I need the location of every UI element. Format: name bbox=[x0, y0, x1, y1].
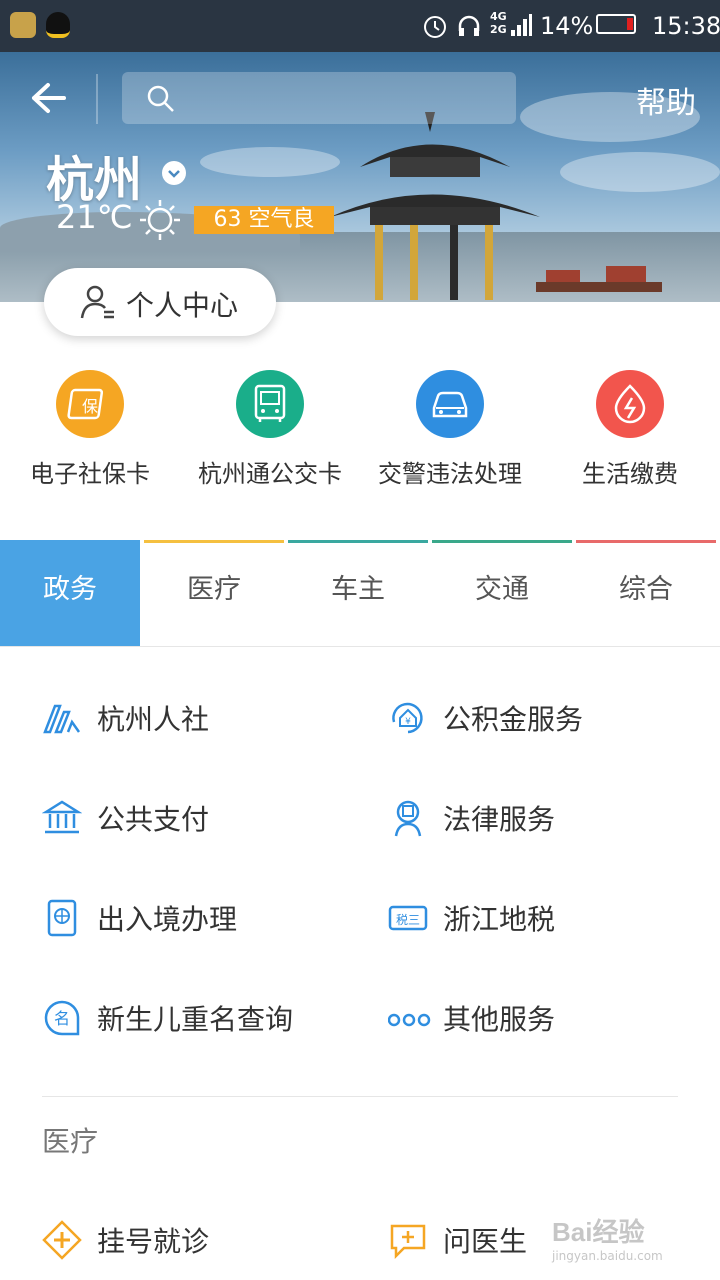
quick-action-item[interactable]: 交警违法处理 bbox=[360, 360, 540, 500]
tab-car-owner[interactable]: 车主 bbox=[288, 540, 428, 646]
headphones-icon bbox=[458, 15, 480, 36]
name-icon: 名 bbox=[44, 1000, 80, 1036]
ask-doctor-icon bbox=[390, 1224, 426, 1260]
watermark: Bai经验 jingyan.baidu.com bbox=[552, 1217, 663, 1263]
utility-icon bbox=[596, 370, 664, 438]
city-banner: 帮助 杭州 21℃ 63 空气良 bbox=[0, 52, 720, 302]
boat-image bbox=[536, 266, 662, 292]
temperature: 21℃ bbox=[56, 198, 133, 236]
user-center-label: 个人中心 bbox=[126, 289, 239, 322]
svg-text:保: 保 bbox=[82, 397, 98, 416]
battery-percent: 14% bbox=[540, 12, 594, 40]
svg-text:名: 名 bbox=[54, 1009, 70, 1028]
help-link[interactable]: 帮助 bbox=[636, 78, 696, 122]
divider bbox=[96, 74, 98, 124]
battery-icon bbox=[596, 14, 636, 34]
quick-action-item[interactable]: 保 电子社保卡 bbox=[0, 360, 180, 500]
quick-action-label: 杭州通公交卡 bbox=[198, 460, 342, 488]
passport-icon bbox=[47, 899, 77, 937]
user-profile-icon bbox=[80, 285, 114, 319]
service-item[interactable]: 挂号就诊 bbox=[42, 1212, 342, 1272]
medical-section-title: 医疗 bbox=[42, 1125, 99, 1158]
car-icon bbox=[416, 370, 484, 438]
tab-medical[interactable]: 医疗 bbox=[144, 540, 284, 646]
more-icon bbox=[388, 1013, 431, 1027]
app-notification-icon bbox=[10, 12, 36, 38]
service-item[interactable]: 其他服务 bbox=[388, 990, 688, 1050]
network-type: 4G 2G bbox=[490, 10, 507, 36]
fund-icon: ¥ bbox=[392, 702, 423, 734]
chevron-down-icon[interactable] bbox=[162, 161, 186, 185]
tab-general[interactable]: 综合 bbox=[576, 540, 716, 646]
service-item[interactable]: 杭州人社 bbox=[42, 690, 342, 750]
svg-text:¥: ¥ bbox=[405, 717, 411, 727]
quick-action-item[interactable]: 生活缴费 bbox=[540, 360, 720, 500]
social-card-icon: 保 bbox=[56, 370, 124, 438]
service-item[interactable]: 公共支付 bbox=[42, 790, 342, 850]
bus-card-icon bbox=[236, 370, 304, 438]
tax-icon: 税三 bbox=[388, 905, 428, 931]
back-arrow-icon[interactable] bbox=[30, 82, 66, 114]
service-item[interactable]: 税三 浙江地税 bbox=[388, 890, 688, 950]
quick-action-item[interactable]: 杭州通公交卡 bbox=[180, 360, 360, 500]
hr-icon bbox=[43, 704, 81, 734]
user-center-button[interactable]: 个人中心 bbox=[44, 268, 276, 336]
tab-government[interactable]: 政务 bbox=[0, 540, 140, 646]
status-bar: 4G 2G 14% 15:38 bbox=[0, 0, 720, 52]
quick-action-label: 交警违法处理 bbox=[378, 460, 522, 488]
signal-icon bbox=[511, 14, 532, 36]
search-input[interactable] bbox=[122, 72, 516, 124]
bank-icon bbox=[42, 800, 82, 834]
tab-traffic[interactable]: 交通 bbox=[432, 540, 572, 646]
alarm-icon bbox=[424, 16, 446, 38]
quick-action-label: 电子社保卡 bbox=[30, 460, 150, 488]
register-icon bbox=[42, 1220, 82, 1260]
quick-action-label: 生活缴费 bbox=[582, 460, 678, 488]
section-divider bbox=[42, 1096, 678, 1097]
sunny-icon bbox=[140, 200, 180, 240]
search-icon bbox=[147, 85, 174, 112]
clock: 15:38 bbox=[652, 12, 720, 40]
air-quality-badge: 63 空气良 bbox=[194, 206, 334, 234]
service-item[interactable]: 出入境办理 bbox=[42, 890, 342, 950]
pavilion-image bbox=[330, 112, 540, 300]
qq-notification-icon bbox=[46, 12, 70, 38]
service-item[interactable]: 法律服务 bbox=[388, 790, 688, 850]
svg-text:税三: 税三 bbox=[396, 913, 420, 927]
service-item[interactable]: ¥ 公积金服务 bbox=[388, 690, 688, 750]
tab-divider bbox=[0, 646, 720, 647]
service-item[interactable]: 名 新生儿重名查询 bbox=[42, 990, 372, 1050]
law-icon bbox=[394, 800, 422, 837]
